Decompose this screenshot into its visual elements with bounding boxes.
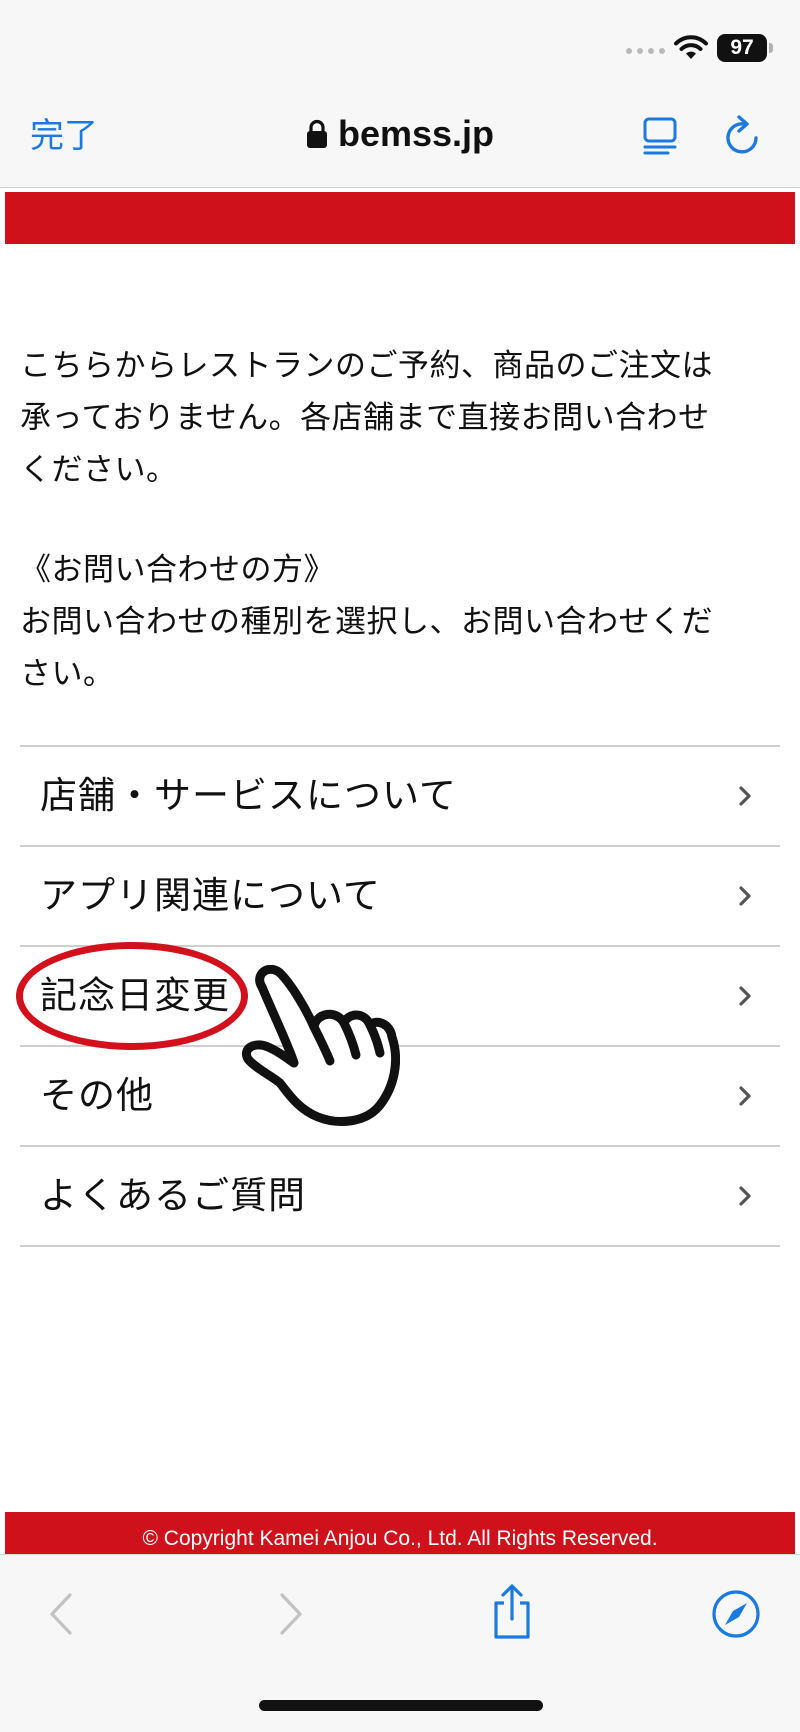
chevron-right-icon xyxy=(739,1086,751,1106)
contact-heading: 《お問い合わせの方》 xyxy=(20,552,335,588)
footer: © Copyright Kamei Anjou Co., Ltd. All Ri… xyxy=(5,1512,795,1554)
forward-icon[interactable] xyxy=(276,1591,306,1637)
header-band xyxy=(5,192,795,244)
status-bar: 97 xyxy=(0,0,800,90)
pointing-hand-icon xyxy=(242,965,400,1126)
contact-line-2: さい。 xyxy=(20,656,115,692)
highlight-circle xyxy=(16,942,248,1050)
signal-dots-icon xyxy=(626,48,665,54)
browser-nav-bar: 完了 bemss.jp xyxy=(0,90,800,188)
battery-icon: 97 xyxy=(717,34,767,62)
menu-item-store-service[interactable]: 店舗・サービスについて xyxy=(20,747,780,847)
reader-icon[interactable] xyxy=(642,116,680,156)
chevron-right-icon xyxy=(739,986,751,1006)
home-indicator xyxy=(259,1700,543,1711)
contact-line-1: お問い合わせの種別を選択し、お問い合わせくだ xyxy=(20,604,713,640)
chevron-right-icon xyxy=(739,786,751,806)
menu-item-label: その他 xyxy=(40,1074,154,1117)
menu-item-label: アプリ関連について xyxy=(40,874,381,917)
battery-tip xyxy=(769,43,773,53)
chevron-right-icon xyxy=(739,1186,751,1206)
intro-line-3: ください。 xyxy=(20,452,178,488)
menu-item-other[interactable]: その他 xyxy=(20,1047,780,1147)
address-bar[interactable]: bemss.jp xyxy=(0,112,800,156)
menu-item-label: 店舗・サービスについて xyxy=(40,774,457,817)
menu-item-label: よくあるご質問 xyxy=(40,1174,306,1217)
back-icon[interactable] xyxy=(46,1591,76,1637)
menu-item-faq[interactable]: よくあるご質問 xyxy=(20,1147,780,1247)
wifi-icon xyxy=(674,35,708,59)
chevron-right-icon xyxy=(739,886,751,906)
reload-icon[interactable] xyxy=(722,114,764,158)
lock-icon xyxy=(306,119,327,148)
url-text: bemss.jp xyxy=(337,113,495,154)
menu-item-app[interactable]: アプリ関連について xyxy=(20,847,780,947)
intro-line-1: こちらからレストランのご予約、商品のご注文は xyxy=(20,348,713,384)
intro-line-2: 承っておりません。各店舗まで直接お問い合わせ xyxy=(20,400,710,436)
compass-icon[interactable] xyxy=(711,1589,761,1639)
contact-instructions: お問い合わせの種別を選択し、お問い合わせくだ さい。 xyxy=(20,596,790,700)
share-icon[interactable] xyxy=(488,1583,536,1641)
intro-text: こちらからレストランのご予約、商品のご注文は 承っておりません。各店舗まで直接お… xyxy=(20,340,790,496)
